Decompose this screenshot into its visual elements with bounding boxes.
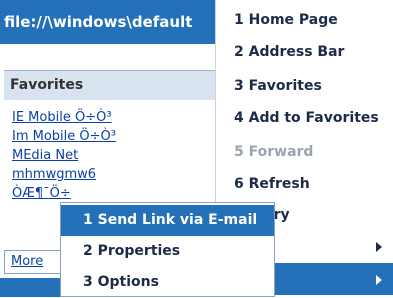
favorites-list: IE Mobile Ö÷Ò³ Im Mobile Ö÷Ò³ MEdia Net … [12, 108, 116, 203]
menu-item-forward: 5 Forward [234, 144, 314, 160]
favorite-link[interactable]: Im Mobile Ö÷Ò³ [12, 127, 116, 146]
address-bar[interactable]: file://\windows\default [0, 0, 215, 44]
menu-item-address-bar[interactable]: 2 Address Bar [216, 36, 393, 68]
address-url: file://\windows\default [4, 13, 193, 31]
more-button[interactable]: More [4, 250, 64, 274]
menu-item-add-to-favorites[interactable]: 4 Add to Favorites [216, 102, 393, 134]
favorite-link[interactable]: MEdia Net [12, 146, 116, 165]
menu-item-options[interactable]: 3 Options [61, 267, 274, 298]
menu-item-home-page[interactable]: 1 Home Page [216, 4, 393, 36]
favorites-header: Favorites [4, 70, 215, 100]
menu-item-properties[interactable]: 2 Properties [61, 236, 274, 267]
menu-item-refresh[interactable]: 6 Refresh [216, 168, 393, 200]
tools-submenu: 1 Send Link via E-mail 2 Properties 3 Op… [60, 202, 275, 297]
menu-item-favorites[interactable]: 3 Favorites [216, 70, 393, 102]
menu-item-send-link-via-email[interactable]: 1 Send Link via E-mail [61, 205, 274, 236]
submenu-arrow-icon [376, 275, 382, 285]
submenu-arrow-icon [376, 242, 382, 252]
favorite-link[interactable]: mhmwgmw6 [12, 165, 116, 184]
favorite-link[interactable]: IE Mobile Ö÷Ò³ [12, 108, 116, 127]
favorite-link[interactable]: ÒÆ¶¯Ö÷ [12, 184, 116, 203]
